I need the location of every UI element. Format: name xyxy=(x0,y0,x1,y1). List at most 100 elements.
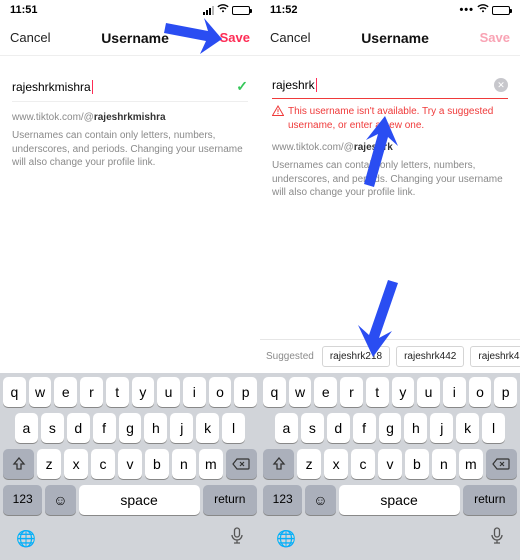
key-v[interactable]: v xyxy=(118,449,142,479)
key-p[interactable]: p xyxy=(234,377,257,407)
key-w[interactable]: w xyxy=(289,377,312,407)
suggestion-chip[interactable]: rajeshrk218 xyxy=(322,346,390,367)
status-icons xyxy=(203,4,250,16)
key-a[interactable]: a xyxy=(275,413,298,443)
key-m[interactable]: m xyxy=(459,449,483,479)
cancel-button[interactable]: Cancel xyxy=(270,30,310,45)
page-title: Username xyxy=(361,30,429,46)
save-button[interactable]: Save xyxy=(480,30,510,45)
key-row-1: q w e r t y u i o p xyxy=(3,377,257,407)
backspace-key[interactable] xyxy=(486,449,517,479)
emoji-key[interactable]: ☺ xyxy=(305,485,335,515)
key-z[interactable]: z xyxy=(37,449,61,479)
suggested-bar: Suggested rajeshrk218 rajeshrk442 rajesh… xyxy=(260,339,520,373)
key-x[interactable]: x xyxy=(64,449,88,479)
key-g[interactable]: g xyxy=(119,413,142,443)
key-u[interactable]: u xyxy=(417,377,440,407)
key-j[interactable]: j xyxy=(430,413,453,443)
key-r[interactable]: r xyxy=(340,377,363,407)
key-row-1: q w e r t y u i o p xyxy=(263,377,517,407)
key-y[interactable]: y xyxy=(392,377,415,407)
username-input[interactable]: rajeshrkmishra xyxy=(12,80,93,94)
shift-key[interactable] xyxy=(3,449,34,479)
shift-key[interactable] xyxy=(263,449,294,479)
clear-icon[interactable]: ✕ xyxy=(494,78,508,92)
key-i[interactable]: i xyxy=(183,377,206,407)
key-row-2: a s d f g h j k l xyxy=(3,413,257,443)
content: rajeshrk ✕ This username isn't available… xyxy=(260,56,520,339)
cellular-icon xyxy=(203,6,214,15)
wifi-icon xyxy=(477,4,489,16)
suggested-label: Suggested xyxy=(266,351,314,362)
page-title: Username xyxy=(101,30,169,46)
key-o[interactable]: o xyxy=(469,377,492,407)
key-s[interactable]: s xyxy=(301,413,324,443)
key-j[interactable]: j xyxy=(170,413,193,443)
backspace-key[interactable] xyxy=(226,449,257,479)
key-k[interactable]: k xyxy=(456,413,479,443)
key-n[interactable]: n xyxy=(432,449,456,479)
key-b[interactable]: b xyxy=(405,449,429,479)
key-t[interactable]: t xyxy=(366,377,389,407)
key-a[interactable]: a xyxy=(15,413,38,443)
profile-url: www.tiktok.com/@rajeshrkmishra xyxy=(12,112,248,123)
key-q[interactable]: q xyxy=(3,377,26,407)
key-l[interactable]: l xyxy=(222,413,245,443)
key-f[interactable]: f xyxy=(93,413,116,443)
key-w[interactable]: w xyxy=(29,377,52,407)
key-r[interactable]: r xyxy=(80,377,103,407)
space-key[interactable]: space xyxy=(339,485,460,515)
key-f[interactable]: f xyxy=(353,413,376,443)
battery-icon xyxy=(232,6,250,15)
numeric-key[interactable]: 123 xyxy=(263,485,302,515)
username-input[interactable]: rajeshrk xyxy=(272,78,317,92)
checkmark-icon: ✓ xyxy=(236,78,248,95)
content: rajeshrkmishra ✓ www.tiktok.com/@rajeshr… xyxy=(0,56,260,373)
key-h[interactable]: h xyxy=(404,413,427,443)
key-s[interactable]: s xyxy=(41,413,64,443)
globe-icon[interactable]: 🌐 xyxy=(276,529,296,549)
warning-icon xyxy=(272,105,284,117)
username-value: rajeshrkmishra xyxy=(12,80,91,94)
phone-right: 11:52 ••• Cancel Username Save rajeshrk … xyxy=(260,0,520,560)
key-g[interactable]: g xyxy=(379,413,402,443)
key-i[interactable]: i xyxy=(443,377,466,407)
save-button[interactable]: Save xyxy=(220,30,250,45)
return-key[interactable]: return xyxy=(463,485,517,515)
key-p[interactable]: p xyxy=(494,377,517,407)
key-d[interactable]: d xyxy=(67,413,90,443)
key-h[interactable]: h xyxy=(144,413,167,443)
key-z[interactable]: z xyxy=(297,449,321,479)
key-n[interactable]: n xyxy=(172,449,196,479)
key-c[interactable]: c xyxy=(91,449,115,479)
key-e[interactable]: e xyxy=(314,377,337,407)
key-t[interactable]: t xyxy=(106,377,129,407)
mic-icon[interactable] xyxy=(490,527,504,550)
key-k[interactable]: k xyxy=(196,413,219,443)
suggestion-chip[interactable]: rajeshrk452 xyxy=(470,346,520,367)
key-v[interactable]: v xyxy=(378,449,402,479)
username-value: rajeshrk xyxy=(272,78,315,92)
key-row-4: 123 ☺ space return xyxy=(263,485,517,515)
key-l[interactable]: l xyxy=(482,413,505,443)
key-b[interactable]: b xyxy=(145,449,169,479)
return-key[interactable]: return xyxy=(203,485,257,515)
key-x[interactable]: x xyxy=(324,449,348,479)
status-icons: ••• xyxy=(459,4,510,16)
key-e[interactable]: e xyxy=(54,377,77,407)
mic-icon[interactable] xyxy=(230,527,244,550)
key-m[interactable]: m xyxy=(199,449,223,479)
suggestion-chip[interactable]: rajeshrk442 xyxy=(396,346,464,367)
key-u[interactable]: u xyxy=(157,377,180,407)
key-c[interactable]: c xyxy=(351,449,375,479)
key-q[interactable]: q xyxy=(263,377,286,407)
key-y[interactable]: y xyxy=(132,377,155,407)
help-text: Usernames can contain only letters, numb… xyxy=(12,129,248,170)
key-o[interactable]: o xyxy=(209,377,232,407)
numeric-key[interactable]: 123 xyxy=(3,485,42,515)
space-key[interactable]: space xyxy=(79,485,200,515)
key-d[interactable]: d xyxy=(327,413,350,443)
globe-icon[interactable]: 🌐 xyxy=(16,529,36,549)
cancel-button[interactable]: Cancel xyxy=(10,30,50,45)
emoji-key[interactable]: ☺ xyxy=(45,485,75,515)
